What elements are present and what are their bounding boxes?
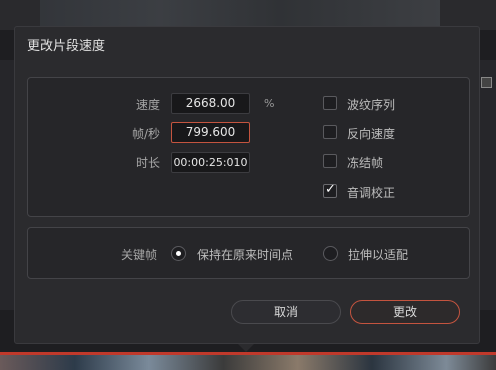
checkmark-icon: ✓ — [325, 182, 336, 197]
fps-label: 帧/秒 — [131, 127, 160, 141]
background-square — [481, 77, 492, 88]
cancel-button[interactable]: 取消 — [231, 300, 341, 324]
stretch-to-fit-radio[interactable] — [323, 246, 338, 261]
duration-label: 时长 — [135, 156, 160, 170]
fps-input[interactable]: 799.600 — [171, 122, 250, 143]
ripple-sequence-checkbox[interactable] — [323, 96, 337, 110]
duration-input[interactable]: 00:00:25:010 — [171, 152, 250, 173]
dialog-pointer-arrow — [237, 343, 255, 352]
change-button[interactable]: 更改 — [350, 300, 460, 324]
speed-unit: % — [264, 97, 275, 110]
stretch-to-fit-label: 拉伸以适配 — [348, 248, 409, 262]
keep-original-time-label: 保持在原来时间点 — [197, 248, 294, 262]
speed-settings-panel: 速度 2668.00 % 帧/秒 799.600 时长 00:00:25:010… — [27, 77, 470, 217]
pitch-correction-checkbox[interactable]: ✓ — [323, 182, 337, 198]
speed-label: 速度 — [135, 98, 160, 112]
pitch-correction-label: 音调校正 — [347, 186, 396, 200]
freeze-frame-label: 冻结帧 — [347, 156, 384, 170]
keyframes-panel: 关键帧 保持在原来时间点 拉伸以适配 — [27, 227, 470, 279]
speed-input[interactable]: 2668.00 — [171, 93, 250, 114]
reverse-speed-checkbox[interactable] — [323, 125, 337, 139]
background-timeline-strip — [0, 352, 496, 370]
freeze-frame-checkbox[interactable] — [323, 154, 337, 168]
change-clip-speed-dialog: 更改片段速度 速度 2668.00 % 帧/秒 799.600 时长 00:00… — [14, 26, 480, 344]
keep-original-time-radio[interactable] — [171, 246, 186, 261]
reverse-speed-label: 反向速度 — [347, 127, 396, 141]
ripple-sequence-label: 波纹序列 — [347, 98, 396, 112]
dialog-title: 更改片段速度 — [27, 39, 106, 54]
keyframes-label: 关键帧 — [121, 248, 158, 262]
